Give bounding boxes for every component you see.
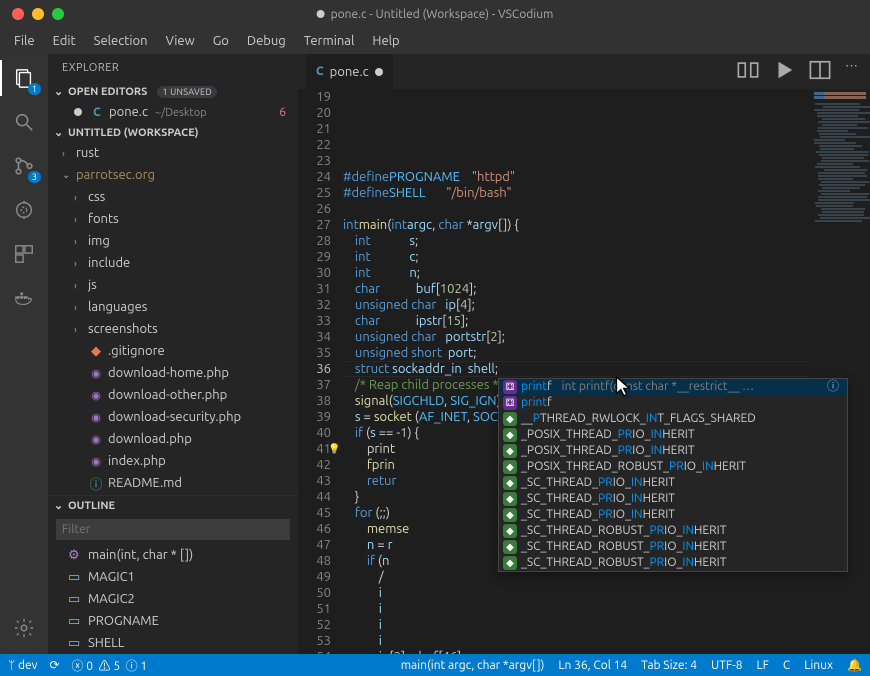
activity-search[interactable]: [10, 108, 38, 136]
compare-changes-icon[interactable]: [737, 59, 759, 84]
menu-terminal[interactable]: Terminal: [296, 32, 363, 50]
maximize-window-button[interactable]: [52, 8, 64, 20]
intellisense-popup[interactable]: ⚃printfint printf(const char *__restrict…: [498, 378, 848, 572]
menu-go[interactable]: Go: [205, 32, 237, 50]
activity-explorer[interactable]: 1: [10, 64, 38, 92]
editor: C pone.c ⋯ 19202122232425262728293031323…: [298, 54, 870, 654]
activity-docker[interactable]: [10, 284, 38, 312]
outline-main-int-char-[interactable]: ⚙main(int, char * []): [48, 544, 298, 566]
tab-pone-c[interactable]: C pone.c: [306, 54, 394, 89]
outline-progname[interactable]: ▭PROGNAME: [48, 610, 298, 632]
suggest-item[interactable]: ◆_SC_THREAD_PRIO_INHERIT: [499, 507, 847, 523]
folder-fonts[interactable]: ›fonts: [48, 208, 298, 230]
split-editor-icon[interactable]: [809, 59, 831, 84]
status-problems[interactable]: ⓧ 0 ⚠ 5 ⓘ 1: [72, 657, 148, 674]
status-branch[interactable]: ᛘ dev: [8, 659, 37, 672]
folder-include[interactable]: ›include: [48, 252, 298, 274]
menu-edit[interactable]: Edit: [45, 32, 84, 50]
window-title: pone.c - Untitled (Workspace) - VSCodium: [317, 8, 554, 21]
suggest-item[interactable]: ◆_SC_THREAD_PRIO_INHERIT: [499, 475, 847, 491]
folder-js[interactable]: ›js: [48, 274, 298, 296]
suggest-item[interactable]: ◆_SC_THREAD_ROBUST_PRIO_INHERIT: [499, 555, 847, 571]
explorer-sidebar: EXPLORER ⌄ OPEN EDITORS 1 UNSAVED C pone…: [48, 54, 298, 654]
status-language[interactable]: C: [783, 659, 790, 672]
status-breadcrumb[interactable]: main(int argc, char *argv[]): [401, 659, 545, 672]
folder-css[interactable]: ›css: [48, 186, 298, 208]
c-file-icon: C: [316, 65, 324, 78]
activity-extensions[interactable]: [10, 240, 38, 268]
window-controls: [0, 8, 64, 20]
suggest-item[interactable]: ◆_POSIX_THREAD_PRIO_INHERIT: [499, 427, 847, 443]
menubar: FileEditSelectionViewGoDebugTerminalHelp: [0, 28, 870, 54]
suggest-item[interactable]: ◆__PTHREAD_RWLOCK_INT_FLAGS_SHARED: [499, 411, 847, 427]
menu-selection[interactable]: Selection: [86, 32, 156, 50]
folder-img[interactable]: ›img: [48, 230, 298, 252]
line-gutter[interactable]: 1920212223242526272829303132333435363738…: [298, 89, 343, 654]
menu-file[interactable]: File: [6, 32, 43, 50]
folder-parrotsec-org[interactable]: ⌄parrotsec.org: [48, 164, 298, 186]
activity-settings[interactable]: [10, 614, 38, 642]
activity-debug[interactable]: [10, 196, 38, 224]
editor-tabs: C pone.c ⋯: [298, 54, 870, 89]
folder-rust[interactable]: ›rust: [48, 142, 298, 164]
more-actions-icon[interactable]: ⋯: [845, 59, 858, 84]
status-os[interactable]: Linux: [804, 659, 833, 672]
tab-label: pone.c: [330, 65, 369, 79]
open-editors-header[interactable]: ⌄ OPEN EDITORS 1 UNSAVED: [48, 82, 298, 101]
file-index-php[interactable]: ◉index.php: [48, 450, 298, 472]
file-readme-md[interactable]: ⓘREADME.md: [48, 472, 298, 494]
outline-magic2[interactable]: ▭MAGIC2: [48, 588, 298, 610]
explorer-title: EXPLORER: [48, 54, 298, 82]
unsaved-indicator: [375, 68, 383, 76]
activity-bar: 1 3: [0, 54, 48, 654]
suggest-item[interactable]: ◆_SC_THREAD_PRIO_INHERIT: [499, 491, 847, 507]
outline-magic1[interactable]: ▭MAGIC1: [48, 566, 298, 588]
scm-badge: 3: [28, 171, 41, 183]
folder-languages[interactable]: ›languages: [48, 296, 298, 318]
window-titlebar: pone.c - Untitled (Workspace) - VSCodium: [0, 0, 870, 28]
status-tabsize[interactable]: Tab Size: 4: [641, 659, 697, 672]
run-icon[interactable]: [773, 59, 795, 84]
suggest-item[interactable]: ⚃printf: [499, 395, 847, 411]
menu-debug[interactable]: Debug: [239, 32, 294, 50]
minimize-window-button[interactable]: [32, 8, 44, 20]
status-bell-icon[interactable]: 🔔: [847, 658, 862, 672]
suggest-item[interactable]: ⚃printfint printf(const char *__restrict…: [499, 379, 847, 395]
status-sync[interactable]: ⟳: [49, 658, 59, 672]
file--gitignore[interactable]: ◆.gitignore: [48, 340, 298, 362]
file-download-other-php[interactable]: ◉download-other.php: [48, 384, 298, 406]
close-window-button[interactable]: [12, 8, 24, 20]
status-eol[interactable]: LF: [756, 659, 768, 672]
outline-filter[interactable]: [56, 519, 290, 540]
outline-header[interactable]: ⌄OUTLINE: [48, 496, 298, 515]
workspace-header[interactable]: ⌄ UNTITLED (WORKSPACE): [48, 123, 298, 142]
activity-scm[interactable]: 3: [10, 152, 38, 180]
menu-help[interactable]: Help: [364, 32, 407, 50]
file-download-home-php[interactable]: ◉download-home.php: [48, 362, 298, 384]
statusbar: ᛘ dev ⟳ ⓧ 0 ⚠ 5 ⓘ 1 main(int argc, char …: [0, 654, 870, 676]
file-download-security-php[interactable]: ◉download-security.php: [48, 406, 298, 428]
open-editor-item[interactable]: C pone.c ~/Desktop 6: [48, 101, 298, 123]
file-download-php[interactable]: ◉download.php: [48, 428, 298, 450]
suggest-item[interactable]: ◆_SC_THREAD_ROBUST_PRIO_INHERIT: [499, 539, 847, 555]
status-encoding[interactable]: UTF-8: [711, 659, 742, 672]
folder-screenshots[interactable]: ›screenshots: [48, 318, 298, 340]
suggest-item[interactable]: ◆_POSIX_THREAD_ROBUST_PRIO_INHERIT: [499, 459, 847, 475]
menu-view[interactable]: View: [158, 32, 203, 50]
code-content[interactable]: ⚃printfint printf(const char *__restrict…: [343, 89, 810, 654]
explorer-badge: 1: [28, 83, 41, 95]
suggest-item[interactable]: ◆_SC_THREAD_ROBUST_PRIO_INHERIT: [499, 523, 847, 539]
suggest-item[interactable]: ◆_POSIX_THREAD_PRIO_INHERIT: [499, 443, 847, 459]
status-position[interactable]: Ln 36, Col 14: [558, 659, 627, 672]
outline-shell[interactable]: ▭SHELL: [48, 632, 298, 654]
